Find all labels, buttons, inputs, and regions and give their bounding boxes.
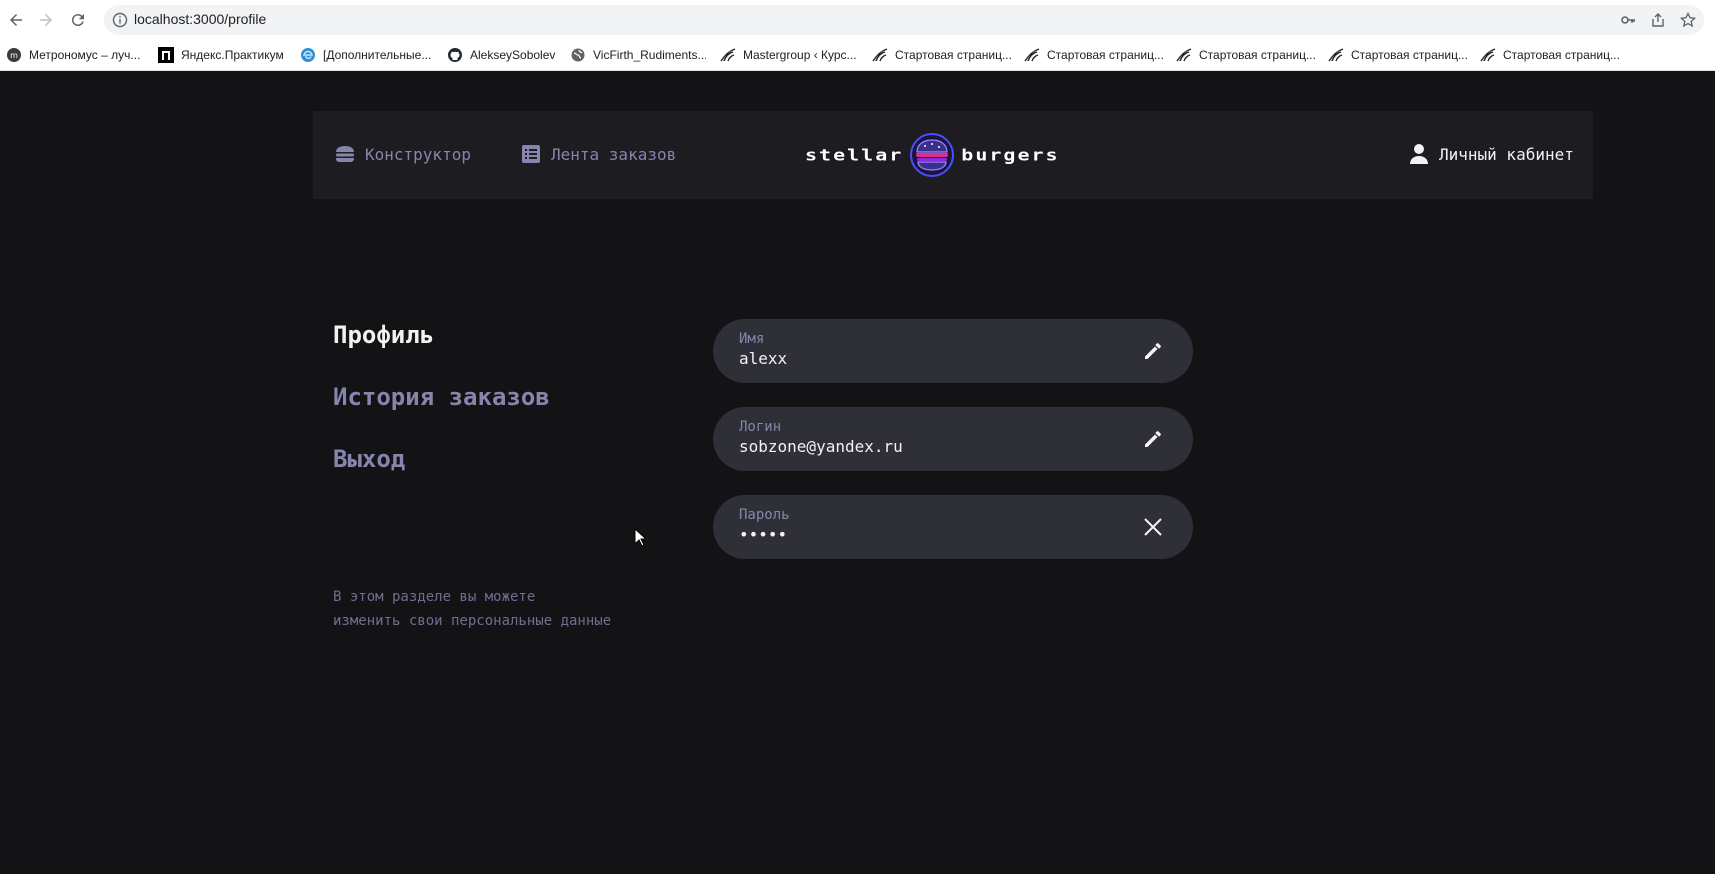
bookmark-item[interactable]: AlekseySobolev bbox=[447, 46, 557, 64]
bookmark-item[interactable]: m Метрономус – луч... bbox=[6, 46, 146, 64]
bookmark-item[interactable]: Стартовая страниц... bbox=[872, 46, 1012, 64]
svg-text:m: m bbox=[10, 51, 18, 60]
mastergroup-favicon bbox=[872, 47, 888, 63]
back-icon[interactable] bbox=[4, 8, 28, 32]
login-input[interactable]: sobzone@yandex.ru bbox=[739, 437, 1119, 456]
password-input[interactable]: ••••• bbox=[739, 525, 1119, 544]
mastergroup-favicon bbox=[1176, 47, 1192, 63]
edge-favicon bbox=[300, 47, 316, 63]
account-link[interactable]: Личный кабинет bbox=[1407, 141, 1574, 167]
bookmark-star-icon[interactable] bbox=[1680, 12, 1696, 28]
bookmark-item[interactable]: VicFirth_Rudiments... bbox=[570, 46, 706, 64]
bookmark-item[interactable]: Яндекс.Практикум bbox=[158, 46, 288, 64]
login-field[interactable]: Логин sobzone@yandex.ru bbox=[713, 407, 1193, 471]
mouse-cursor-icon bbox=[634, 528, 648, 547]
bookmark-item[interactable]: Стартовая страниц... bbox=[1024, 46, 1164, 64]
stellar-burgers-logo[interactable]: stellar burgers bbox=[805, 130, 1095, 180]
share-icon[interactable] bbox=[1650, 12, 1666, 28]
edit-pencil-icon[interactable] bbox=[1141, 339, 1165, 363]
profile-nav-logout[interactable]: Выход bbox=[333, 428, 693, 490]
caption-line: В этом разделе вы можете bbox=[333, 589, 536, 605]
logo-text-right: burgers bbox=[961, 145, 1060, 165]
mastergroup-favicon bbox=[1328, 47, 1344, 63]
browser-toolbar: localhost:3000/profile bbox=[0, 0, 1715, 40]
profile-nav-profile[interactable]: Профиль bbox=[333, 304, 693, 366]
close-icon[interactable] bbox=[1141, 515, 1165, 539]
login-field-label: Логин bbox=[739, 419, 782, 435]
password-field-label: Пароль bbox=[739, 507, 790, 523]
github-favicon bbox=[447, 47, 463, 63]
edit-pencil-icon[interactable] bbox=[1141, 427, 1165, 451]
order-feed-link[interactable]: Лента заказов bbox=[519, 141, 676, 167]
metronome-favicon: m bbox=[6, 47, 22, 63]
bookmark-item[interactable]: [Дополнительные... bbox=[300, 46, 434, 64]
logo-text-left: stellar bbox=[805, 145, 904, 165]
constructor-link[interactable]: Конструктор bbox=[333, 141, 471, 167]
forward-icon[interactable] bbox=[34, 8, 58, 32]
app-header: Конструктор Лента заказов stellar burger… bbox=[313, 111, 1593, 199]
name-input[interactable]: alexx bbox=[739, 349, 1119, 368]
caption-line: изменить свои персональные данные bbox=[333, 613, 612, 629]
burger-icon bbox=[336, 146, 354, 162]
name-field[interactable]: Имя alexx bbox=[713, 319, 1193, 383]
bookmark-item[interactable]: Стартовая страниц... bbox=[1480, 46, 1620, 64]
profile-nav-order-history[interactable]: История заказов bbox=[333, 366, 693, 428]
address-url[interactable]: localhost:3000/profile bbox=[134, 11, 266, 27]
profile-icon bbox=[1410, 144, 1428, 164]
burger-logo-icon bbox=[910, 133, 955, 177]
list-icon bbox=[522, 145, 540, 163]
profile-caption: В этом разделе вы можете изменить свои п… bbox=[333, 585, 693, 633]
bookmark-item[interactable]: Mastergroup ‹ Курс... bbox=[720, 46, 860, 64]
address-bar[interactable]: localhost:3000/profile bbox=[104, 5, 1704, 35]
reload-icon[interactable] bbox=[66, 8, 90, 32]
browser-chrome: localhost:3000/profile m Метрономус – лу… bbox=[0, 0, 1715, 71]
site-info-icon[interactable] bbox=[112, 12, 128, 28]
mastergroup-favicon bbox=[720, 47, 736, 63]
globe-favicon bbox=[570, 47, 586, 63]
key-icon[interactable] bbox=[1620, 12, 1636, 28]
password-field[interactable]: Пароль ••••• bbox=[713, 495, 1193, 559]
bookmarks-bar: m Метрономус – луч... Яндекс.Практикум [… bbox=[0, 40, 1715, 70]
mastergroup-favicon bbox=[1480, 47, 1496, 63]
practicum-favicon bbox=[158, 47, 174, 63]
profile-nav: Профиль История заказов Выход bbox=[333, 320, 693, 506]
bookmark-item[interactable]: Стартовая страниц... bbox=[1176, 46, 1316, 64]
bookmark-item[interactable]: Стартовая страниц... bbox=[1328, 46, 1468, 64]
name-field-label: Имя bbox=[739, 331, 765, 347]
mastergroup-favicon bbox=[1024, 47, 1040, 63]
